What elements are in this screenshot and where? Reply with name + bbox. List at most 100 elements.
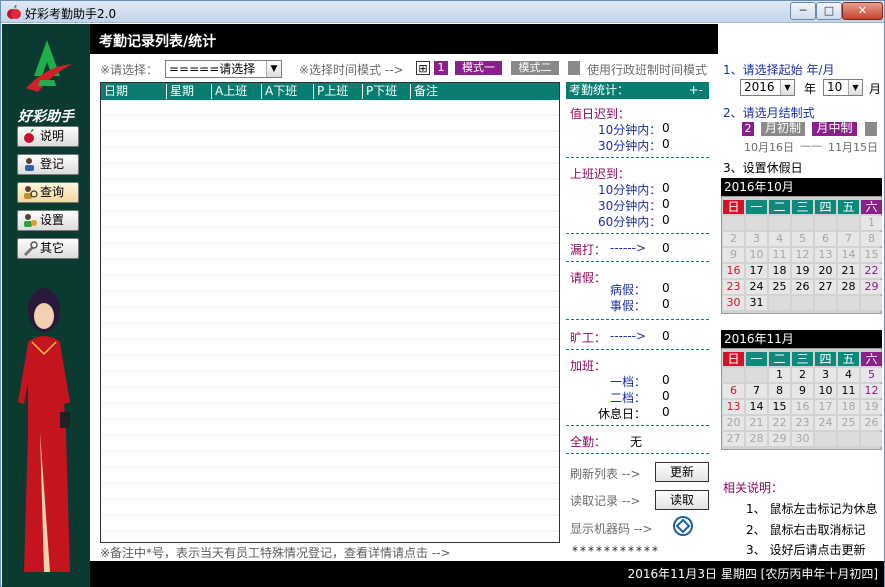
col-pm-in[interactable]: P上班 [314,84,363,99]
calendar-day[interactable]: 16 [792,400,813,414]
calendar-icon[interactable]: ⊞ [416,61,430,75]
calendar-day[interactable]: 2 [723,232,744,246]
month-select[interactable]: 10 ▼ [823,79,863,96]
other-button[interactable]: 其它 [17,238,79,259]
stats-panel: 考勤统计： +- 值日迟到： 10分钟内： 0 30分钟内： 0 上班迟到： 1… [566,82,709,558]
calendar-day[interactable]: 16 [723,264,744,278]
calendar-day[interactable]: 1 [769,368,790,382]
close-button[interactable]: ✕ [842,2,883,20]
calendar-day[interactable]: 30 [792,432,813,446]
calendar-day[interactable]: 21 [838,264,859,278]
calendar-day[interactable]: 14 [838,248,859,262]
mode2-button[interactable]: 模式二 [511,61,559,75]
register-button[interactable]: 登记 [17,154,79,175]
col-am-out[interactable]: A下班 [262,84,314,99]
calendar-day[interactable]: 30 [723,296,744,310]
calendar-day[interactable]: 26 [861,416,882,430]
calendar-day[interactable]: 19 [861,400,882,414]
calendar-title: 2016年10月 [721,178,882,196]
table-rows[interactable] [101,100,559,542]
absent-label: 旷工： [570,331,607,345]
calendar-day[interactable]: 18 [838,400,859,414]
calendar-day[interactable]: 9 [792,384,813,398]
calendar-day[interactable]: 7 [746,384,767,398]
query-button[interactable]: 查询 [17,182,79,203]
col-pm-out[interactable]: P下班 [363,84,411,99]
maximize-button[interactable]: □ [816,2,842,20]
calendar-day[interactable]: 14 [746,400,767,414]
calendar-day[interactable]: 17 [746,264,767,278]
month-begin-button[interactable]: 月初制 [761,122,805,136]
calendar-day[interactable]: 25 [838,416,859,430]
stats-toggle[interactable]: +- [689,82,703,99]
help-line1: 1、 鼠标左击标记为休息 [746,502,878,516]
calendar-day[interactable]: 12 [861,384,882,398]
calendar-day[interactable]: 1 [861,216,882,230]
calendar-day[interactable]: 7 [838,232,859,246]
calendar-day[interactable]: 4 [769,232,790,246]
calendar-day[interactable]: 13 [723,400,744,414]
calendar-day[interactable]: 27 [723,432,744,446]
calendar-day[interactable]: 24 [815,416,836,430]
calendar-day[interactable]: 4 [838,368,859,382]
month-mid-button[interactable]: 月中制 [812,122,857,136]
calendar-day[interactable]: 18 [769,264,790,278]
calendar-day[interactable]: 17 [815,400,836,414]
calendar-day[interactable]: 6 [815,232,836,246]
calendar-day[interactable]: 20 [815,264,836,278]
col-remark[interactable]: 备注 [411,84,559,99]
calendar-day[interactable]: 22 [769,416,790,430]
calendar-day[interactable]: 5 [792,232,813,246]
minimize-button[interactable]: ─ [790,2,816,20]
year-select[interactable]: 2016 ▼ [740,79,795,96]
weekday-header: 四 [815,352,836,366]
help-button[interactable]: 说明 [17,126,79,147]
step3-label: 3、设置休假日 [723,161,803,175]
work-late-30-label: 30分钟内： [598,199,662,213]
calendar-day[interactable]: 28 [746,432,767,446]
calendar-day[interactable]: 25 [769,280,790,294]
calendar-day[interactable]: 11 [838,384,859,398]
settings-button[interactable]: 设置 [17,210,79,231]
calendar-day[interactable]: 9 [723,248,744,262]
calendar-day[interactable]: 15 [861,248,882,262]
col-date[interactable]: 日期 [101,84,167,99]
calendar-day[interactable]: 24 [746,280,767,294]
calendar-day[interactable]: 5 [861,368,882,382]
calendar-day[interactable]: 20 [723,416,744,430]
machine-code-icon[interactable] [672,515,694,537]
employee-select[interactable]: =====请选择==== ▼ [165,60,282,92]
calendar-day[interactable]: 21 [746,416,767,430]
calendar-day[interactable]: 15 [769,400,790,414]
calendar-day[interactable]: 28 [838,280,859,294]
mode1-button[interactable]: 模式一 [455,61,502,75]
calendar-day[interactable]: 8 [861,232,882,246]
calendar-day[interactable]: 10 [746,248,767,262]
col-weekday[interactable]: 星期 [167,84,212,99]
calendar-day[interactable]: 8 [769,384,790,398]
calendar-day[interactable]: 23 [792,416,813,430]
calendar-day[interactable]: 22 [861,264,882,278]
divider [566,453,709,454]
calendar-day[interactable]: 26 [792,280,813,294]
calendar-day[interactable]: 13 [815,248,836,262]
calendar-day[interactable]: 6 [723,384,744,398]
calendar-day[interactable]: 11 [769,248,790,262]
refresh-button[interactable]: 更新 [655,462,709,482]
overtime-level1-value: 0 [662,373,670,387]
calendar-day[interactable]: 12 [792,248,813,262]
admin-mode-checkbox[interactable] [568,61,580,75]
calendar-day[interactable]: 27 [815,280,836,294]
calendar-day[interactable]: 29 [769,432,790,446]
col-am-in[interactable]: A上班 [212,84,262,99]
calendar-day[interactable]: 19 [792,264,813,278]
read-button[interactable]: 读取 [655,490,709,510]
calendar-day[interactable]: 3 [746,232,767,246]
calendar-day[interactable]: 2 [792,368,813,382]
calendar-day[interactable]: 29 [861,280,882,294]
calendar-day[interactable]: 3 [815,368,836,382]
month-system-checkbox[interactable] [865,122,877,136]
calendar-day[interactable]: 23 [723,280,744,294]
calendar-day[interactable]: 31 [746,296,767,310]
calendar-day[interactable]: 10 [815,384,836,398]
